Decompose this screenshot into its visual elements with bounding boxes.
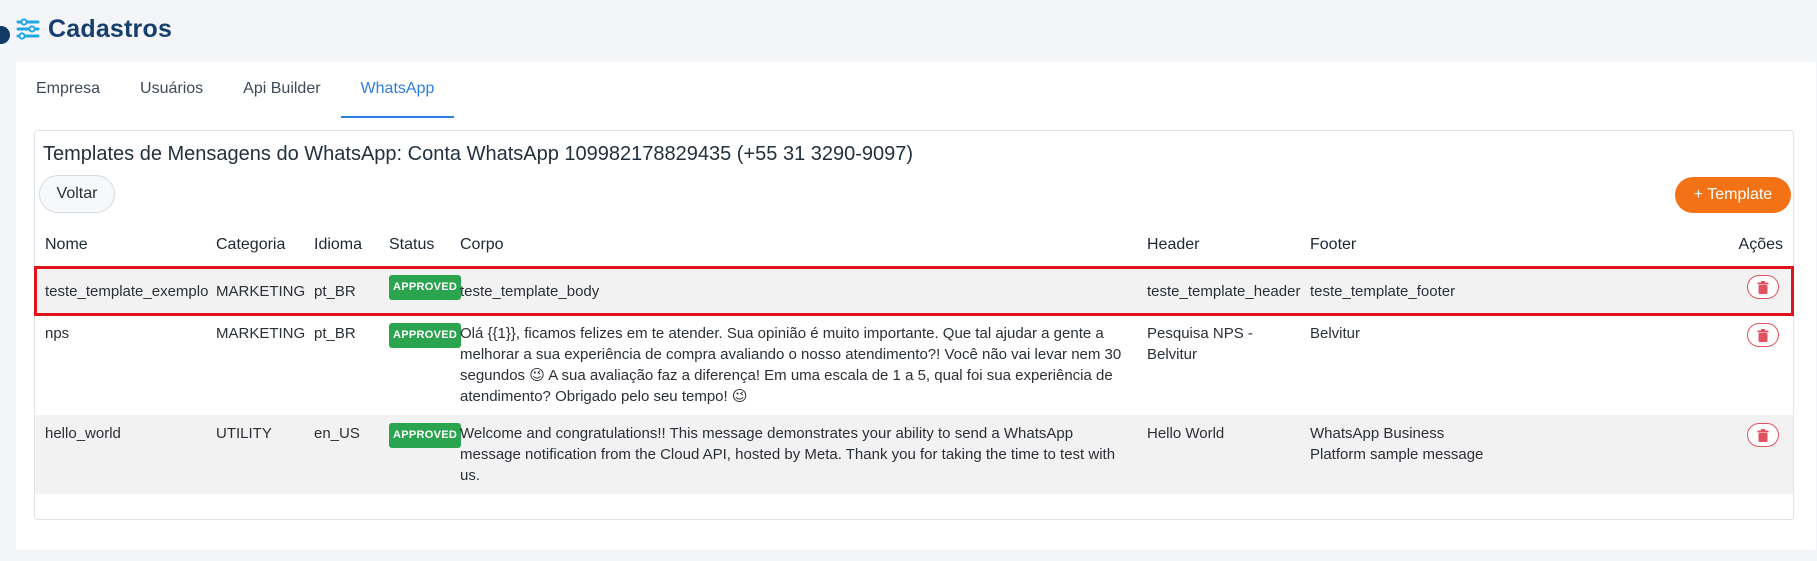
tabs-bar: Empresa Usuários Api Builder WhatsApp	[16, 62, 1816, 119]
cell-acoes	[1496, 267, 1793, 315]
table-row[interactable]: hello_world UTILITY en_US APPROVED Welco…	[35, 415, 1793, 494]
page-title: Cadastros	[48, 14, 173, 43]
cell-corpo: Welcome and congratulations!! This messa…	[450, 415, 1137, 494]
tab-usuarios[interactable]: Usuários	[120, 62, 223, 118]
main-content: Templates de Mensagens do WhatsApp: Cont…	[16, 118, 1816, 550]
cell-status: APPROVED	[379, 315, 462, 415]
status-badge: APPROVED	[389, 323, 462, 348]
sidebar-toggle[interactable]	[0, 26, 10, 44]
col-header-idioma[interactable]: Idioma	[304, 223, 379, 267]
status-badge: APPROVED	[389, 275, 462, 300]
delete-button[interactable]	[1747, 423, 1779, 447]
cell-idioma: pt_BR	[304, 315, 379, 415]
cell-footer: Belvitur	[1300, 315, 1496, 415]
delete-button[interactable]	[1747, 323, 1779, 347]
cell-nome: hello_world	[35, 415, 206, 494]
table-row[interactable]: nps MARKETING pt_BR APPROVED Olá {{1}}, …	[35, 315, 1793, 415]
cell-acoes	[1496, 315, 1793, 415]
cell-header: teste_template_header	[1137, 267, 1300, 315]
col-header-footer[interactable]: Footer	[1300, 223, 1496, 267]
cell-idioma: en_US	[304, 415, 379, 494]
status-badge: APPROVED	[389, 423, 462, 448]
cell-header: Hello World	[1137, 415, 1300, 494]
back-button[interactable]: Voltar	[39, 175, 115, 213]
table-row[interactable]: teste_template_exemplo MARKETING pt_BR A…	[34, 266, 1794, 316]
cell-status: APPROVED	[379, 415, 462, 494]
tab-whatsapp[interactable]: WhatsApp	[340, 62, 455, 118]
col-header-nome[interactable]: Nome	[35, 223, 206, 267]
add-template-button[interactable]: + Template	[1675, 177, 1791, 213]
tab-api-builder[interactable]: Api Builder	[223, 62, 340, 118]
card-title: Templates de Mensagens do WhatsApp: Cont…	[43, 143, 914, 165]
col-header-header[interactable]: Header	[1137, 223, 1300, 267]
cell-corpo: Olá {{1}}, ficamos felizes em te atender…	[450, 315, 1137, 415]
cell-footer: WhatsApp Business Platform sample messag…	[1300, 415, 1496, 494]
cell-nome: teste_template_exemplo	[35, 267, 208, 315]
col-header-corpo[interactable]: Corpo	[450, 223, 1137, 267]
delete-button[interactable]	[1747, 275, 1779, 299]
tab-empresa[interactable]: Empresa	[16, 62, 120, 118]
trash-icon	[1757, 280, 1769, 294]
cell-footer: teste_template_footer	[1300, 267, 1496, 315]
cell-acoes	[1496, 415, 1793, 494]
templates-card: Templates de Mensagens do WhatsApp: Cont…	[34, 130, 1794, 520]
col-header-status[interactable]: Status	[379, 223, 450, 267]
cell-categoria: MARKETING	[206, 267, 305, 315]
templates-table: Nome Categoria Idioma Status Corpo Heade…	[34, 223, 1794, 494]
trash-icon	[1757, 428, 1769, 442]
col-header-categoria[interactable]: Categoria	[206, 223, 304, 267]
cell-categoria: UTILITY	[206, 415, 304, 494]
table-header-row: Nome Categoria Idioma Status Corpo Heade…	[35, 223, 1793, 267]
cell-idioma: pt_BR	[304, 267, 379, 315]
cell-header: Pesquisa NPS - Belvitur	[1137, 315, 1300, 415]
cell-categoria: MARKETING	[206, 315, 305, 415]
col-header-acoes: Ações	[1738, 236, 1783, 253]
sliders-icon	[16, 18, 40, 40]
trash-icon	[1757, 328, 1769, 342]
cell-corpo: teste_template_body	[450, 267, 1137, 315]
page-header: Cadastros	[16, 12, 172, 46]
cell-nome: nps	[35, 315, 206, 415]
cell-status: APPROVED	[379, 267, 462, 315]
